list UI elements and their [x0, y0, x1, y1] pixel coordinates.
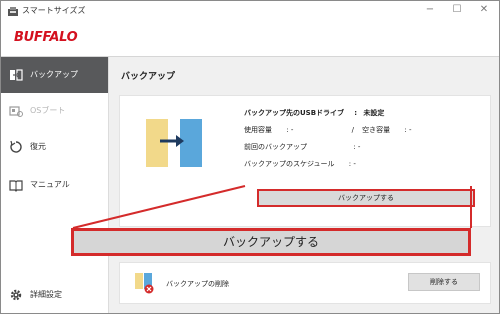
capacity-slash: /	[351, 126, 354, 134]
backup-card: バックアップ先のUSBドライブ : 未設定 使用容量 : - / 空き容量 : …	[119, 95, 491, 227]
gear-icon	[10, 289, 22, 301]
os-boot-icon	[9, 106, 23, 117]
last-backup-value: : -	[353, 143, 361, 151]
backup-icon	[10, 69, 23, 81]
delete-backup-label: バックアップの削除	[166, 280, 229, 288]
sidebar-item-label: 詳細設定	[30, 290, 62, 299]
restore-icon	[10, 140, 22, 153]
sidebar-item-label: OSブート	[30, 106, 66, 115]
app-title: スマートサイズズ	[22, 6, 86, 15]
destination-sep: :	[354, 109, 358, 117]
sidebar: バックアップ OSブート 復元 マニュアル 詳細設定	[1, 57, 109, 313]
destination-row: バックアップ先のUSBドライブ : 未設定	[244, 108, 384, 118]
brand-header: BUFFALO	[1, 23, 499, 57]
backup-illustration-icon	[146, 119, 202, 167]
free-capacity-value: : -	[404, 126, 412, 134]
used-capacity-label: 使用容量	[244, 126, 272, 134]
main-content: バックアップ バックアップ先のUSBドライブ : 未設定 使用容量 : - / …	[109, 57, 499, 313]
close-button[interactable]: ✕	[474, 4, 494, 15]
title-bar: スマートサイズズ − ☐ ✕	[1, 1, 499, 23]
sidebar-item-restore[interactable]: 復元	[1, 129, 108, 165]
capacity-row: 使用容量 : - / 空き容量 : -	[244, 125, 412, 135]
minimize-button[interactable]: −	[420, 4, 440, 15]
sidebar-item-label: マニュアル	[30, 180, 70, 189]
sidebar-item-label: バックアップ	[30, 70, 78, 79]
delete-backup-icon	[135, 273, 154, 294]
manual-icon	[9, 180, 23, 192]
app-icon	[8, 7, 18, 16]
schedule-value: : -	[348, 160, 356, 168]
delete-backup-card: バックアップの削除 削除する	[119, 262, 491, 304]
sidebar-item-os-boot[interactable]: OSブート	[1, 93, 108, 129]
sidebar-item-manual[interactable]: マニュアル	[1, 167, 108, 203]
buffalo-logo: BUFFALO	[14, 30, 78, 45]
last-backup-row: 前回のバックアップ : -	[244, 142, 360, 152]
free-capacity-label: 空き容量	[362, 126, 391, 134]
page-title: バックアップ	[121, 72, 176, 82]
destination-label: バックアップ先のUSBドライブ	[244, 109, 345, 117]
destination-value: 未設定	[363, 109, 385, 117]
app-window: スマートサイズズ − ☐ ✕ BUFFALO バックアップ OSブート 復元 マ…	[0, 0, 500, 314]
sidebar-item-label: 復元	[30, 142, 46, 151]
maximize-button[interactable]: ☐	[447, 4, 467, 15]
sidebar-item-settings[interactable]: 詳細設定	[1, 277, 108, 313]
zoomed-backup-button: バックアップする	[71, 228, 471, 256]
last-backup-label: 前回のバックアップ	[244, 143, 307, 151]
schedule-label: バックアップのスケジュール	[244, 160, 335, 168]
schedule-row: バックアップのスケジュール : -	[244, 159, 356, 169]
sidebar-item-backup[interactable]: バックアップ	[1, 57, 108, 93]
delete-button[interactable]: 削除する	[408, 273, 480, 291]
used-capacity-value: : -	[286, 126, 294, 134]
backup-button[interactable]: バックアップする	[257, 189, 475, 207]
